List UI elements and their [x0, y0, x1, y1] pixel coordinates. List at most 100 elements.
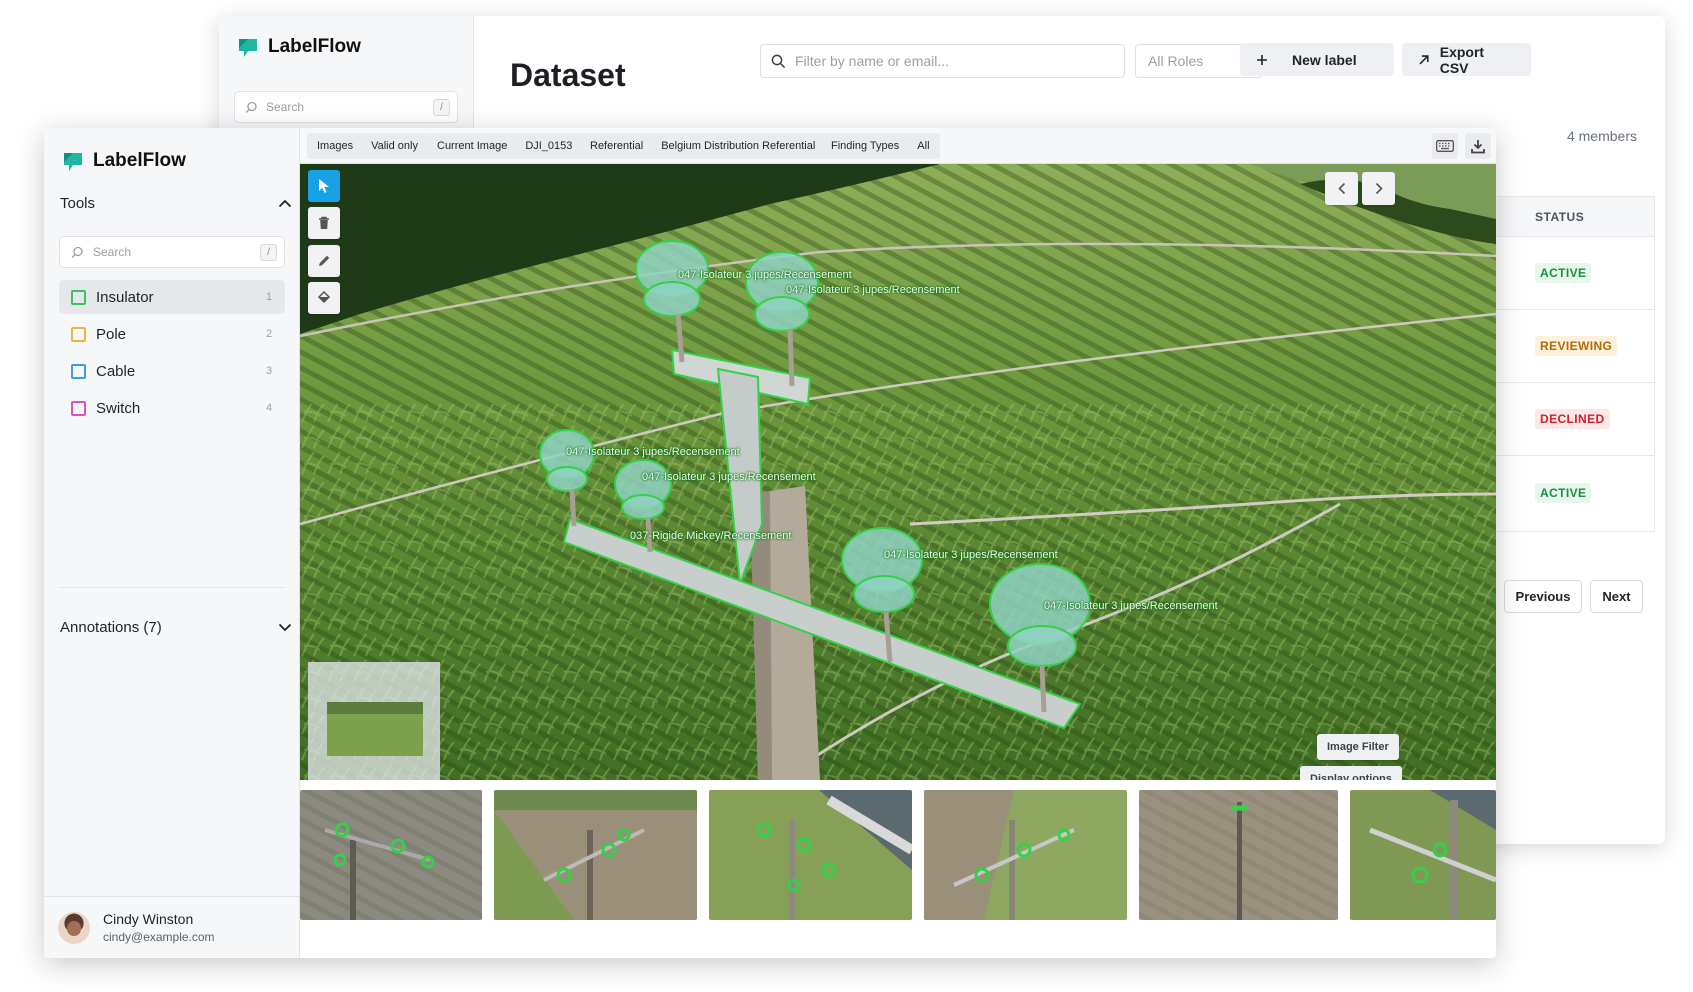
pencil-icon: [319, 255, 330, 266]
paint-bucket-icon: [317, 291, 331, 304]
user-profile[interactable]: Cindy Winston cindy@example.com: [44, 896, 300, 958]
switch-color-swatch: [71, 400, 86, 416]
thumbnail[interactable]: [1139, 790, 1338, 920]
image-toolbar: Images Valid only Current Image DJI_0153…: [300, 128, 1496, 164]
download-button[interactable]: [1465, 133, 1491, 159]
previous-image-button[interactable]: [1325, 172, 1358, 205]
chevron-left-icon: [1337, 182, 1345, 195]
label-item-cable[interactable]: Cable 3: [59, 354, 285, 388]
display-options-button[interactable]: Display options: [1300, 766, 1402, 780]
status-column: STATUS ACTIVE REVIEWING DECLINED ACTIVE: [1497, 196, 1655, 532]
tools-search-placeholder: Search: [93, 245, 132, 259]
arrow-up-right-icon: [1419, 54, 1429, 64]
chevron-down-icon: [278, 623, 292, 632]
referential-chip[interactable]: Referential Belgium Distribution Referen…: [580, 133, 826, 159]
tools-title: Tools: [60, 195, 96, 212]
sidebar-divider: [59, 587, 285, 588]
tools-search-shortcut: /: [260, 244, 277, 261]
minimap[interactable]: [308, 662, 440, 780]
image-filter-button[interactable]: Image Filter: [1317, 734, 1399, 760]
table-row: ACTIVE: [1497, 456, 1654, 529]
label-item-pole[interactable]: Pole 2: [59, 317, 285, 351]
user-name: Cindy Winston: [103, 911, 194, 927]
keyboard-icon: [1436, 140, 1454, 152]
select-tool-button[interactable]: [308, 170, 340, 202]
chip-value: DJI_0153: [525, 140, 573, 152]
cable-color-swatch: [71, 363, 86, 379]
search-placeholder: Search: [266, 100, 305, 114]
label-shortcut-key: 4: [265, 402, 273, 414]
labelflow-logo-icon: [64, 153, 82, 171]
page-title: Dataset: [510, 57, 626, 93]
app-name: LabelFlow: [268, 36, 361, 57]
label-item-insulator[interactable]: Insulator 1: [59, 280, 285, 314]
annotations-title: Annotations (7): [60, 619, 162, 636]
pole-color-swatch: [71, 326, 86, 342]
fill-tool-button[interactable]: [308, 282, 340, 314]
status-header: STATUS: [1497, 197, 1654, 237]
label-shortcut-key: 1: [265, 291, 273, 303]
cursor-icon: [319, 179, 329, 193]
next-button[interactable]: Next: [1590, 580, 1643, 613]
thumbnail[interactable]: [1350, 790, 1496, 920]
status-badge: REVIEWING: [1535, 336, 1618, 356]
tools-section-header[interactable]: Tools: [60, 195, 292, 212]
table-row: DECLINED: [1497, 383, 1654, 456]
annotation-label[interactable]: 047-Isolateur 3 jupes/Recensement: [786, 284, 960, 296]
annotation-label[interactable]: 047-Isolateur 3 jupes/Recensement: [566, 446, 740, 458]
annotation-label[interactable]: 047-Isolateur 3 jupes/Recensement: [884, 549, 1058, 561]
export-csv-button[interactable]: Export CSV: [1402, 43, 1531, 76]
label-name: Pole: [96, 325, 127, 343]
search-icon: [771, 54, 786, 68]
thumbnail[interactable]: [300, 790, 482, 920]
thumbnail[interactable]: [709, 790, 912, 920]
new-label-text: New label: [1292, 51, 1357, 68]
member-filter-input[interactable]: Filter by name or email...: [760, 44, 1125, 78]
app-logo[interactable]: LabelFlow: [235, 34, 361, 60]
annotation-label[interactable]: 047-Isolateur 3 jupes/Recensement: [1044, 600, 1218, 612]
annotation-label[interactable]: 037-Rigide Mickey/Recensement: [630, 530, 791, 542]
images-filter-chip[interactable]: Images Valid only: [307, 133, 428, 159]
new-label-button[interactable]: New label: [1240, 43, 1394, 76]
previous-button[interactable]: Previous: [1504, 580, 1582, 613]
thumbnail[interactable]: [924, 790, 1127, 920]
annotation-label[interactable]: 047-Isolateur 3 jupes/Recensement: [678, 269, 852, 281]
draw-tool-button[interactable]: [308, 245, 340, 277]
app-name: LabelFlow: [93, 150, 186, 171]
label-name: Switch: [96, 399, 141, 417]
thumbnail[interactable]: [494, 790, 697, 920]
annotation-label[interactable]: 047-Isolateur 3 jupes/Recensement: [642, 471, 816, 483]
chip-value: Valid only: [371, 140, 418, 152]
image-canvas[interactable]: 047-Isolateur 3 jupes/Recensement 047-Is…: [300, 164, 1496, 780]
chip-key: Referential: [590, 140, 644, 152]
annotator-sidebar: LabelFlow Tools Search / Insulator 1 Pol…: [44, 128, 300, 958]
trash-icon: [319, 216, 329, 229]
roles-select-value: All Roles: [1148, 53, 1204, 69]
chip-key: Images: [317, 140, 354, 152]
chip-key: Finding Types: [831, 140, 900, 152]
image-filmstrip: [300, 780, 1496, 958]
app-logo[interactable]: LabelFlow: [60, 148, 186, 174]
annotations-section-header[interactable]: Annotations (7): [60, 619, 292, 636]
finding-types-chip[interactable]: Finding Types All: [821, 133, 940, 159]
export-csv-text: Export CSV: [1439, 43, 1485, 76]
keyboard-shortcuts-button[interactable]: [1432, 133, 1458, 159]
label-item-switch[interactable]: Switch 4: [59, 391, 285, 425]
label-shortcut-key: 3: [265, 365, 273, 377]
tools-search-input[interactable]: Search /: [59, 236, 285, 268]
delete-tool-button[interactable]: [308, 207, 340, 239]
user-email: cindy@example.com: [103, 930, 215, 944]
table-row: ACTIVE: [1497, 237, 1654, 310]
label-shortcut-key: 2: [265, 328, 273, 340]
sidebar-search-input[interactable]: Search /: [234, 91, 458, 123]
table-row: REVIEWING: [1497, 310, 1654, 383]
chip-value: Belgium Distribution Referential: [661, 140, 816, 152]
search-icon: [245, 101, 257, 113]
search-shortcut: /: [433, 99, 450, 116]
label-name: Cable: [96, 362, 136, 380]
label-name: Insulator: [96, 288, 154, 306]
current-image-chip[interactable]: Current Image DJI_0153: [427, 133, 583, 159]
plus-icon: [1257, 54, 1267, 65]
chip-value: All: [917, 140, 930, 152]
next-image-button[interactable]: [1362, 172, 1395, 205]
